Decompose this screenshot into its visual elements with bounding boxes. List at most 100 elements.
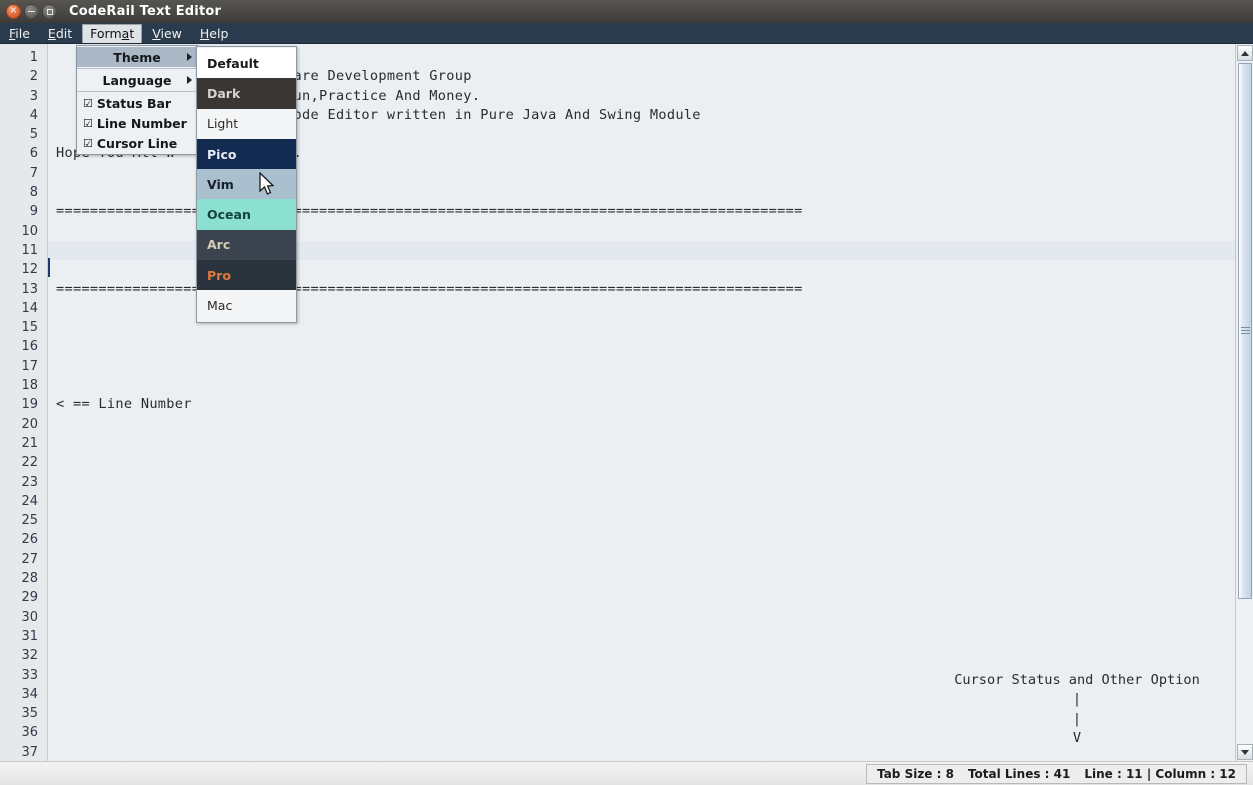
line-number: 18	[21, 378, 38, 394]
window-controls: ×	[0, 4, 57, 19]
theme-option-mac[interactable]: Mac	[197, 290, 296, 321]
menu-item-cursor-line[interactable]: ☑ Cursor Line	[77, 133, 197, 153]
line-number: 2	[29, 69, 38, 85]
line-number: 11	[21, 242, 38, 258]
text-caret	[48, 258, 50, 277]
mouse-cursor-icon	[259, 171, 277, 202]
menu-edit[interactable]: Edit	[40, 24, 80, 43]
vertical-scrollbar[interactable]	[1235, 44, 1253, 761]
line-number: 21	[21, 435, 38, 451]
line-number: 1	[29, 50, 38, 65]
line-number: 34	[21, 686, 38, 702]
scroll-down-icon[interactable]	[1237, 744, 1253, 760]
theme-submenu-popup[interactable]: Default Dark Light Pico Vim Ocean Arc Pro Mac	[196, 46, 297, 323]
text-line	[48, 415, 1235, 434]
format-menu-popup[interactable]: Theme Language ☑ Status Bar ☑ Line Numbe…	[76, 45, 198, 155]
status-cursor-position: Line : 11 | Column : 12	[1084, 766, 1236, 781]
status-panel: Tab Size : 8 Total Lines : 41 Line : 11 …	[866, 763, 1247, 784]
line-number: 26	[21, 532, 38, 548]
line-number: 33	[21, 667, 38, 683]
line-number: 32	[21, 648, 38, 664]
line-number: 14	[21, 300, 38, 316]
text-line	[48, 511, 1235, 530]
line-number: 15	[21, 320, 38, 336]
line-number: 4	[29, 107, 38, 123]
title-bar: × CodeRail Text Editor	[0, 0, 1253, 23]
text-line	[48, 453, 1235, 472]
line-number: 17	[21, 358, 38, 374]
menu-bar: File Edit Format View Help	[0, 23, 1253, 44]
scroll-thumb[interactable]	[1238, 63, 1252, 599]
text-line	[48, 608, 1235, 627]
scroll-grip-icon	[1241, 327, 1250, 335]
line-number: 8	[29, 185, 38, 201]
text-line	[48, 337, 1235, 356]
menu-item-theme-label: Theme	[113, 49, 161, 65]
checkbox-checked-icon[interactable]: ☑	[83, 98, 93, 109]
chevron-right-icon	[187, 76, 192, 84]
maximize-icon[interactable]	[42, 4, 57, 19]
menu-item-theme[interactable]: Theme	[77, 47, 197, 67]
menu-item-status-bar-label: Status Bar	[96, 95, 172, 111]
text-line	[48, 646, 1235, 665]
status-tab-size: Tab Size : 8	[877, 766, 954, 781]
line-number: 3	[29, 88, 38, 104]
chevron-right-icon	[187, 53, 192, 61]
text-line	[48, 492, 1235, 511]
theme-option-default[interactable]: Default	[197, 48, 296, 79]
line-number: 22	[21, 455, 38, 471]
close-icon[interactable]: ×	[6, 4, 21, 19]
menu-item-line-number[interactable]: ☑ Line Number	[77, 113, 197, 133]
theme-option-ocean[interactable]: Ocean	[197, 199, 296, 230]
menu-divider	[77, 91, 197, 92]
theme-option-pro[interactable]: Pro	[197, 260, 296, 291]
annotation-arrow-segment: V	[1072, 729, 1082, 746]
line-number: 31	[21, 628, 38, 644]
menu-item-language[interactable]: Language	[77, 70, 197, 90]
cursor-status-annotation: Cursor Status and Other Option | | V	[926, 671, 1228, 748]
text-line	[48, 434, 1235, 453]
theme-option-vim[interactable]: Vim	[197, 169, 296, 200]
line-number: 13	[21, 281, 38, 297]
line-number: 10	[21, 223, 38, 239]
menu-view[interactable]: View	[144, 24, 190, 43]
checkbox-checked-icon[interactable]: ☑	[83, 138, 93, 149]
line-number: 35	[21, 706, 38, 722]
line-number: 24	[21, 493, 38, 509]
scroll-up-icon[interactable]	[1237, 45, 1253, 61]
text-line	[48, 376, 1235, 395]
minimize-icon[interactable]	[24, 4, 39, 19]
menu-item-status-bar[interactable]: ☑ Status Bar	[77, 93, 197, 113]
line-number: 20	[21, 416, 38, 432]
theme-option-pico[interactable]: Pico	[197, 138, 296, 170]
line-number-gutter: 1 2 3 4 5 6 7 8 9 10 11 12 13 14 15 16 17 18 19 20 21 22 23 24 2…	[0, 44, 48, 761]
theme-option-dark[interactable]: Dark	[197, 78, 296, 109]
annotation-arrow-segment: |	[1072, 691, 1082, 708]
theme-option-arc[interactable]: Arc	[197, 229, 296, 261]
menu-divider	[77, 68, 197, 69]
menu-item-language-label: Language	[102, 72, 172, 88]
menu-file[interactable]: File	[1, 24, 38, 43]
menu-help[interactable]: Help	[192, 24, 237, 43]
annotation-text: Cursor Status and Other Option	[954, 672, 1200, 688]
checkbox-checked-icon[interactable]: ☑	[83, 118, 93, 129]
line-number: 27	[21, 551, 38, 567]
line-number: 19	[21, 397, 38, 413]
line-number: 12	[21, 262, 38, 278]
line-number: 36	[21, 725, 38, 741]
text-line	[48, 357, 1235, 376]
text-line: < == Line Number	[56, 396, 192, 413]
line-number: 7	[29, 165, 38, 181]
theme-option-light[interactable]: Light	[197, 108, 296, 139]
line-number: 37	[21, 744, 38, 760]
line-number: 28	[21, 571, 38, 587]
text-line	[48, 530, 1235, 549]
line-number: 30	[21, 609, 38, 625]
menu-format[interactable]: Format	[82, 23, 143, 43]
line-number: 6	[29, 146, 38, 162]
text-line	[48, 550, 1235, 569]
text-line	[48, 588, 1235, 607]
status-total-lines: Total Lines : 41	[967, 766, 1071, 781]
annotation-arrow-segment: |	[1072, 710, 1082, 727]
text-line	[48, 569, 1235, 588]
